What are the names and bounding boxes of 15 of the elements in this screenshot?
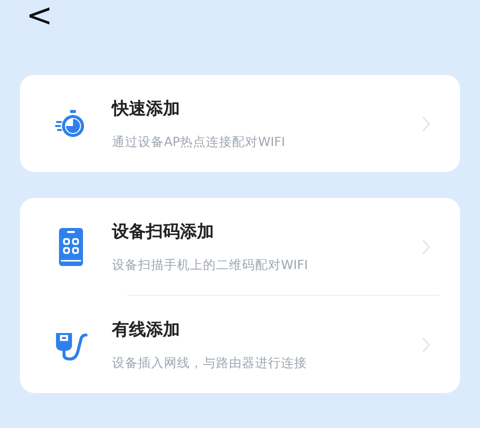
option-title: 设备扫码添加 — [112, 220, 215, 242]
option-row[interactable]: 有线添加 设备插入网线，与路由器进行连接 — [20, 296, 460, 393]
option-row[interactable]: 设备扫码添加 设备扫描手机上的二维码配对WIFI — [20, 198, 460, 295]
option-description: 设备插入网线，与路由器进行连接 — [112, 354, 308, 372]
option-title: 快速添加 — [112, 98, 181, 120]
chevron-right-icon — [422, 238, 430, 254]
chevron-right-icon — [422, 336, 430, 352]
option-title: 有线添加 — [112, 318, 181, 340]
option-description: 通过设备AP热点连接配对WIFI — [112, 134, 286, 150]
option-description: 设备扫描手机上的二维码配对WIFI — [112, 256, 309, 274]
stopwatch-icon — [55, 108, 87, 140]
back-button[interactable]: < — [26, 0, 53, 30]
chevron-right-icon — [422, 116, 430, 132]
phone-qr-icon — [59, 228, 83, 266]
option-row[interactable]: 快速添加 通过设备AP热点连接配对WIFI — [20, 75, 460, 172]
